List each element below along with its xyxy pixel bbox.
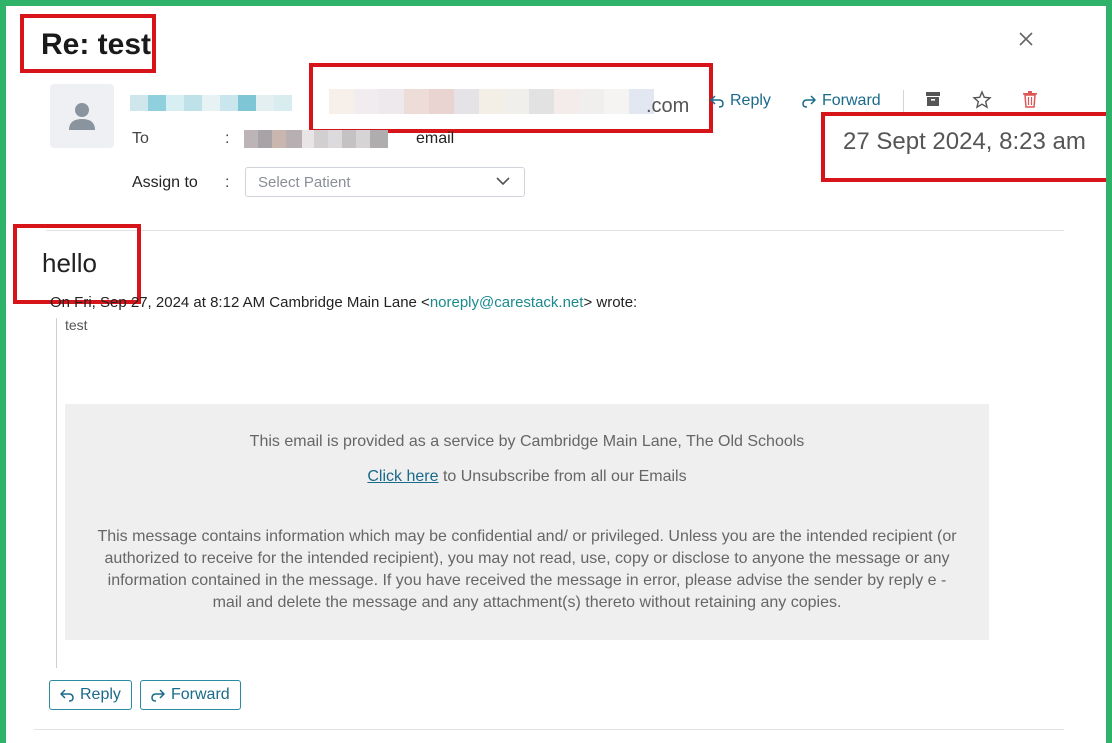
email-footer: This email is provided as a service by C… [65,404,989,640]
user-avatar-icon [69,103,95,130]
email-body-text: hello [42,248,97,278]
bottom-forward-label: Forward [171,686,230,703]
reply-icon [60,689,74,702]
quote-header-suffix: > wrote: [583,294,638,311]
sender-email-redacted [329,89,654,114]
to-label: To [132,130,149,147]
select-patient-placeholder: Select Patient [258,174,351,191]
email-view: Re: test .com Reply Forward To: email 2… [6,6,1106,743]
divider [903,90,904,112]
forward-button[interactable]: Forward [802,92,881,110]
email-date: 27 Sept 2024, 8:23 am [843,128,1086,155]
quote-border [56,318,57,668]
recipient-email-suffix: email [416,130,455,147]
unsubscribe-text: to Unsubscribe from all our Emails [438,468,687,485]
unsubscribe-line: Click here to Unsubscribe from all our E… [65,468,989,486]
assign-to-label: Assign to [132,174,198,191]
footer-disclaimer: This message contains information which … [97,528,957,611]
forward-icon [151,689,165,702]
recipient-redacted [244,130,388,148]
sender-email-highlight: .com [309,63,713,133]
bottom-reply-label: Reply [80,686,121,703]
bottom-forward-button[interactable]: Forward [140,680,241,710]
quote-header-prefix: On Fri, Sep 27, 2024 at 8:12 AM Cambridg… [50,294,430,311]
header-divider [46,230,1064,231]
reply-icon [710,95,724,108]
body-highlight: hello [13,224,141,304]
chevron-down-icon [496,177,510,186]
footer-service-line: This email is provided as a service by C… [249,433,805,450]
quote-sender-email-link[interactable]: noreply@carestack.net [430,294,584,311]
sender-name-redacted [130,95,292,111]
forward-icon [802,95,816,108]
quoted-text: test [65,317,88,333]
bottom-divider [34,729,1064,730]
forward-label: Forward [822,92,881,109]
assign-colon: : [225,174,230,191]
archive-icon[interactable] [924,90,942,113]
email-subject: Re: test [41,28,152,61]
reply-button[interactable]: Reply [710,92,771,110]
bottom-reply-button[interactable]: Reply [49,680,132,710]
to-colon: : [225,130,230,147]
subject-highlight: Re: test [20,14,156,73]
reply-label: Reply [730,92,771,109]
date-highlight: 27 Sept 2024, 8:23 am [821,112,1106,182]
click-here-link[interactable]: Click here [367,468,438,485]
trash-icon[interactable] [1022,90,1038,113]
select-patient-dropdown[interactable]: Select Patient [245,167,525,197]
quote-header: On Fri, Sep 27, 2024 at 8:12 AM Cambridg… [50,294,637,311]
sender-email-domain: .com [646,95,690,117]
avatar [50,84,114,148]
close-icon[interactable] [1014,28,1038,52]
